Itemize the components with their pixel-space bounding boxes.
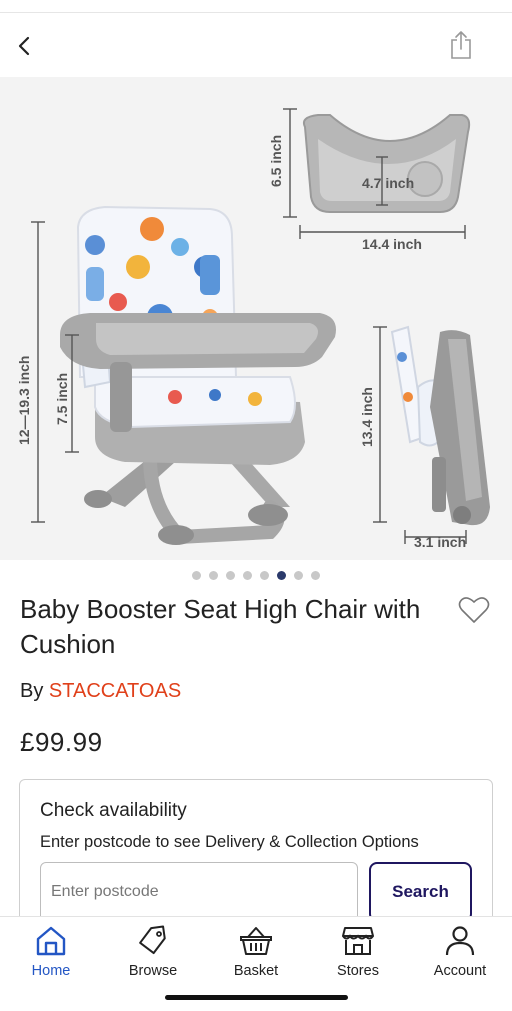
- availability-subtitle: Enter postcode to see Delivery & Collect…: [40, 833, 419, 851]
- search-button[interactable]: Search: [369, 862, 472, 922]
- dim-tray-inner: 4.7 inch: [362, 175, 414, 191]
- product-image: 6.5 inch 4.7 inch 14.4 inch 12—19.3 inch…: [16, 108, 490, 550]
- home-icon: [35, 923, 67, 959]
- dim-folded-height: 13.4 inch: [359, 387, 375, 447]
- dim-tray-width: 14.4 inch: [362, 236, 422, 252]
- pagination-dot[interactable]: [226, 571, 235, 580]
- folded-chair-illustration: [390, 325, 490, 526]
- account-icon: [444, 923, 476, 959]
- store-icon: [341, 923, 375, 959]
- nav-browse[interactable]: Browse: [103, 923, 203, 985]
- tray-illustration: [302, 114, 471, 213]
- tag-icon: [137, 923, 169, 959]
- nav-stores-label: Stores: [337, 963, 379, 979]
- top-bar: [0, 20, 512, 76]
- nav-browse-label: Browse: [128, 963, 178, 979]
- nav-home[interactable]: Home: [1, 923, 101, 985]
- by-label: By: [20, 680, 44, 702]
- pagination-dot[interactable]: [311, 571, 320, 580]
- dim-back-height: 7.5 inch: [54, 373, 70, 425]
- nav-account-label: Account: [433, 963, 487, 979]
- share-icon: [451, 31, 471, 59]
- basket-icon: [239, 923, 273, 959]
- nav-stores[interactable]: Stores: [308, 923, 408, 985]
- pagination-dot[interactable]: [243, 571, 252, 580]
- product-price: £99.99: [20, 727, 103, 757]
- nav-account[interactable]: Account: [410, 923, 510, 985]
- pagination-dot[interactable]: [192, 571, 201, 580]
- product-title: Baby Booster Seat High Chair with Cushio…: [20, 594, 421, 659]
- back-button[interactable]: [10, 32, 38, 60]
- brand-link[interactable]: STACCATOAS: [49, 680, 181, 702]
- nav-basket[interactable]: Basket: [206, 923, 306, 985]
- share-button[interactable]: [446, 28, 476, 62]
- pagination-dot[interactable]: [260, 571, 269, 580]
- pagination-dot[interactable]: [277, 571, 286, 580]
- favourite-button[interactable]: [456, 592, 492, 628]
- availability-title: Check availability: [40, 800, 187, 821]
- product-image-gallery[interactable]: 6.5 inch 4.7 inch 14.4 inch 12—19.3 inch…: [0, 77, 512, 560]
- pagination-dot[interactable]: [209, 571, 218, 580]
- chair-illustration: [60, 205, 336, 545]
- chevron-left-icon: [18, 36, 30, 56]
- home-indicator: [165, 995, 348, 1000]
- byline: By STACCATOAS: [20, 680, 181, 703]
- heart-icon: [458, 597, 490, 623]
- status-divider: [0, 12, 512, 13]
- nav-basket-label: Basket: [233, 963, 279, 979]
- nav-home-label: Home: [31, 963, 71, 979]
- postcode-input[interactable]: [40, 862, 358, 922]
- dim-seat-height: 12—19.3 inch: [16, 356, 32, 446]
- dim-tray-depth: 6.5 inch: [268, 135, 284, 187]
- pagination-dot[interactable]: [294, 571, 303, 580]
- gallery-pagination: [0, 571, 512, 583]
- dim-folded-depth: 3.1 inch: [414, 534, 466, 550]
